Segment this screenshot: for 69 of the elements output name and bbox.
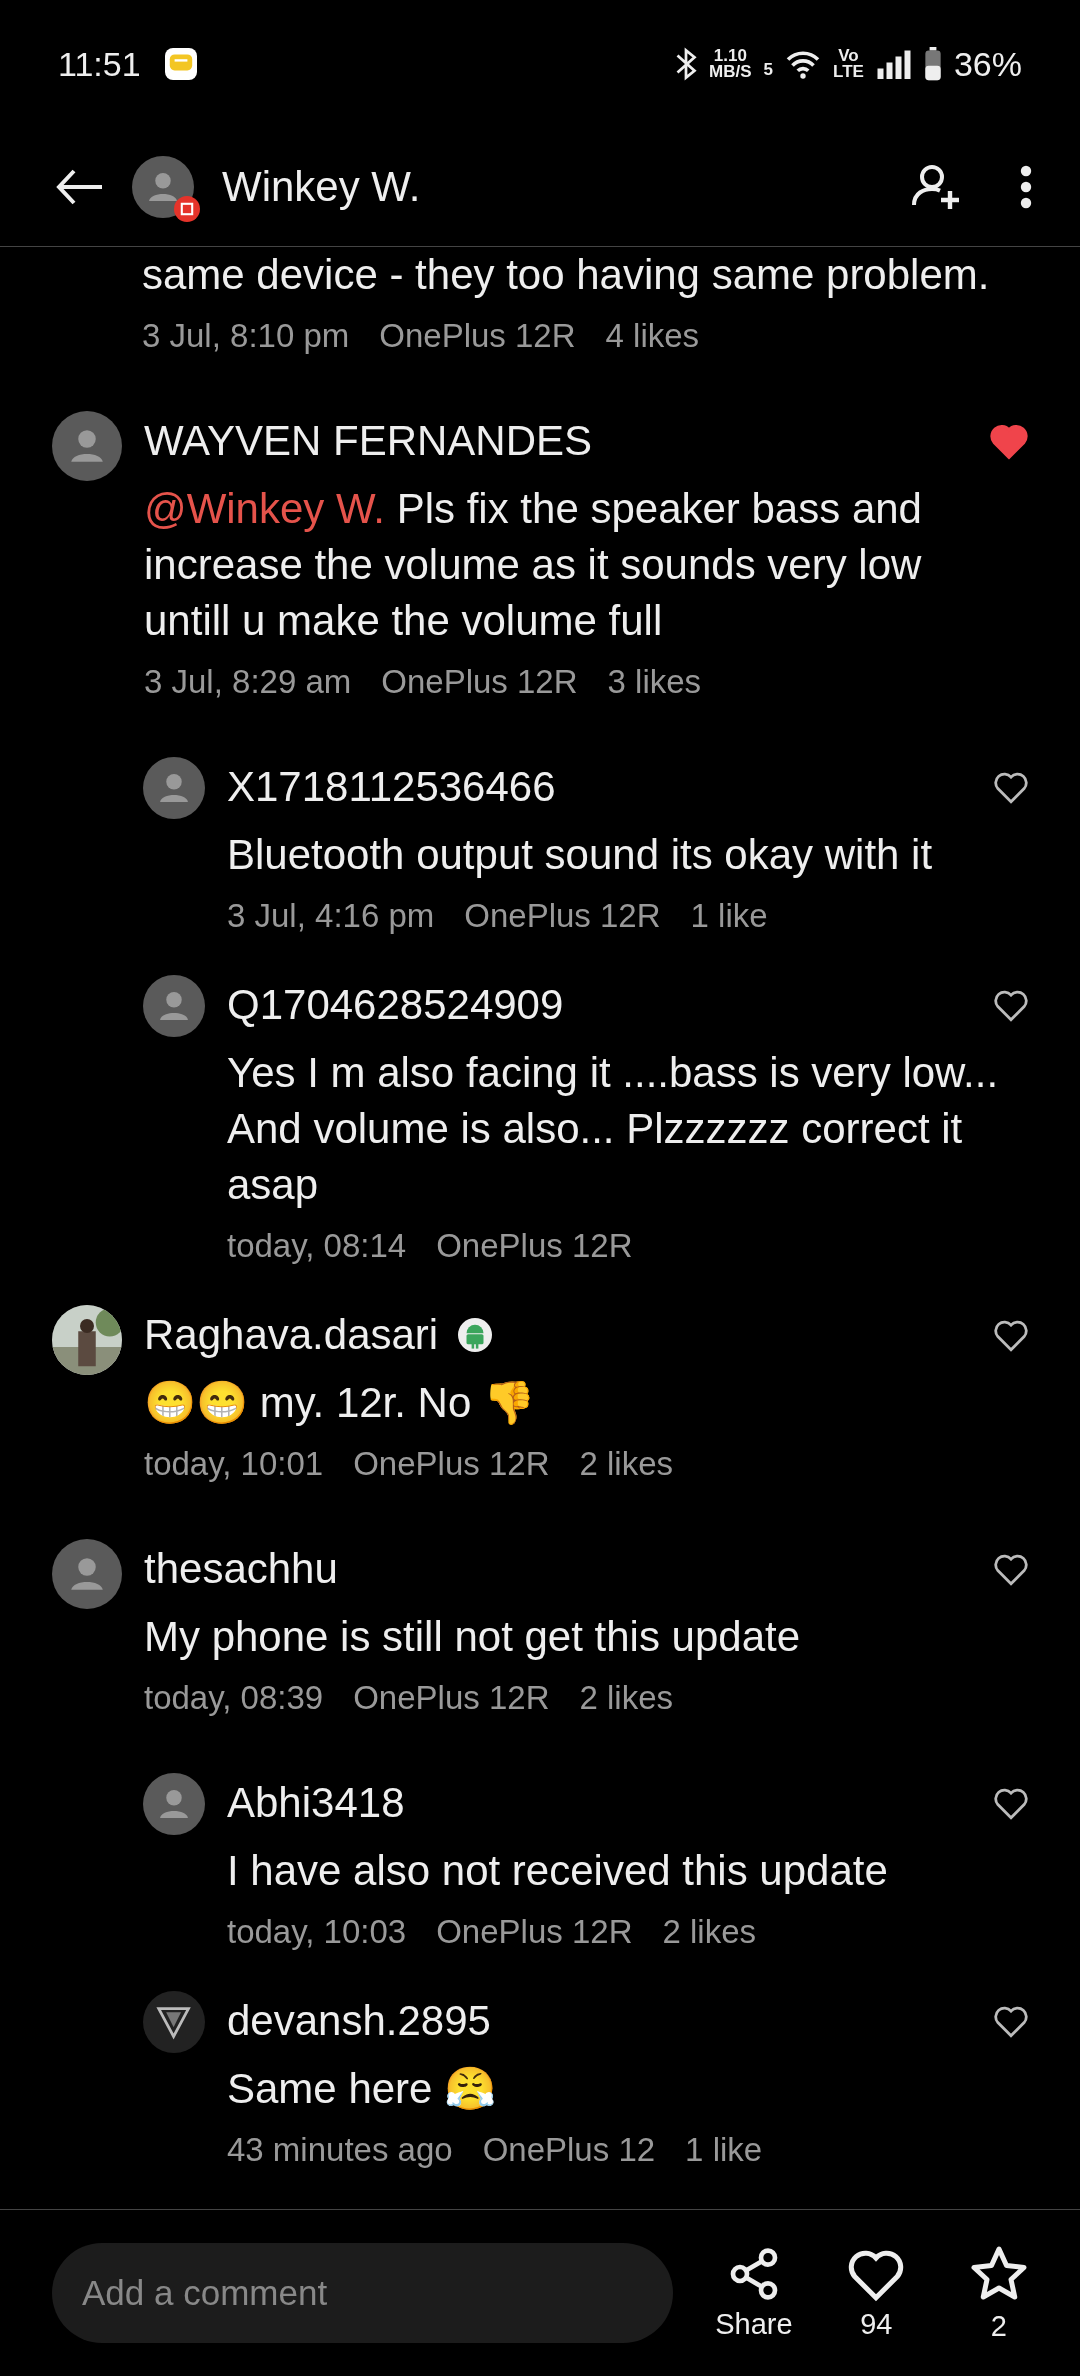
bluetooth-icon [675,47,698,81]
comment-meta: OnePlus 12R [353,1445,550,1483]
comment-meta: OnePlus 12R [464,897,661,935]
message-app-icon [164,48,197,80]
comment-meta: OnePlus 12R [353,1679,550,1717]
comment-meta: OnePlus 12R [436,1227,633,1265]
comment-meta: 1 like [690,897,768,935]
comment-text: @Winkey W. Pls fix the speaker bass and increase the volume as it sounds very low untill u make the volume full [144,484,923,646]
comment-meta: 43 minutes ago [227,2131,453,2169]
comment-text: My phone is still not get this update [144,1612,802,1662]
brand-badge-icon [174,196,200,222]
comment-meta: 2 likes [662,1913,757,1951]
comment-text: I have also not received this update [227,1846,889,1896]
comment-author: X1718112536466 [227,763,556,811]
comment-author: WAYVEN FERNANDES [144,417,593,465]
comment-meta: OnePlus 12R [381,663,578,701]
comment-author: thesachhu [144,1545,338,1593]
comment-author: Abhi3418 [227,1779,405,1827]
comment-meta: 3 Jul, 4:16 pm [227,897,435,935]
avatar-icon [52,411,122,481]
like-button[interactable] [992,1786,1030,1820]
like-button[interactable] [992,988,1030,1022]
comment-meta: 3 Jul, 8:29 am [144,663,352,701]
more-menu-button[interactable] [1020,165,1032,209]
like-button[interactable] [988,422,1030,460]
comment-text: Bluetooth output sound its okay with it [227,830,934,880]
comment-meta: 2 likes [579,1679,674,1717]
like-button[interactable] [992,2004,1030,2038]
comment-meta: OnePlus 12R [379,317,576,355]
comment-text: 😁😁 my. 12r. No 👎 [144,1378,536,1428]
volte-label: Vo LTE [833,48,864,80]
comment-author: devansh.2895 [227,1997,491,2045]
favorite-button[interactable]: 2 [957,2243,1040,2343]
like-post-button[interactable]: 94 [835,2245,918,2341]
comment-meta: 4 likes [605,317,700,355]
profile-name: Winkey W. [222,163,422,211]
comment-meta: 3 Jul, 8:10 pm [142,317,350,355]
comment-meta: 1 like [685,2131,763,2169]
comment-meta: today, 08:14 [227,1227,407,1265]
comment-meta: OnePlus 12 [482,2131,656,2169]
comment-meta: 2 likes [579,1445,674,1483]
comment-field[interactable]: Add a comment [52,2243,673,2343]
avatar-icon [132,156,194,218]
comment-author: Raghava.dasari [144,1311,439,1359]
comment-text: Same here 😤 [227,2064,498,2114]
network-speed: 1.10 MB/S [709,48,752,80]
back-button[interactable] [56,169,104,205]
like-button[interactable] [992,770,1030,804]
comment-meta: OnePlus 12R [436,1913,633,1951]
wifi-label: 5 [763,59,774,80]
avatar-icon [143,757,205,819]
avatar-icon [143,975,205,1037]
signal-icon [875,49,912,79]
comment-text: same device - they too having same problem. [142,250,991,300]
battery-icon [923,47,942,81]
comment-meta: today, 10:01 [144,1445,324,1483]
avatar-icon [143,1773,205,1835]
like-button[interactable] [992,1318,1030,1352]
like-button[interactable] [992,1552,1030,1586]
avatar-icon [52,1539,122,1609]
share-button[interactable]: Share [712,2245,796,2341]
wifi-icon [785,49,822,79]
comment-author: Q1704628524909 [227,981,564,1029]
comment-text: Yes I m also facing it ....bass is very low... And volume is also... Plzzzzzz correct it asap [227,1048,1000,1210]
comment-meta: 3 likes [607,663,702,701]
battery-level: 36% [953,44,1022,84]
comment-meta: today, 08:39 [144,1679,324,1717]
clock: 11:51 [58,44,141,84]
comment-meta: today, 10:03 [227,1913,407,1951]
